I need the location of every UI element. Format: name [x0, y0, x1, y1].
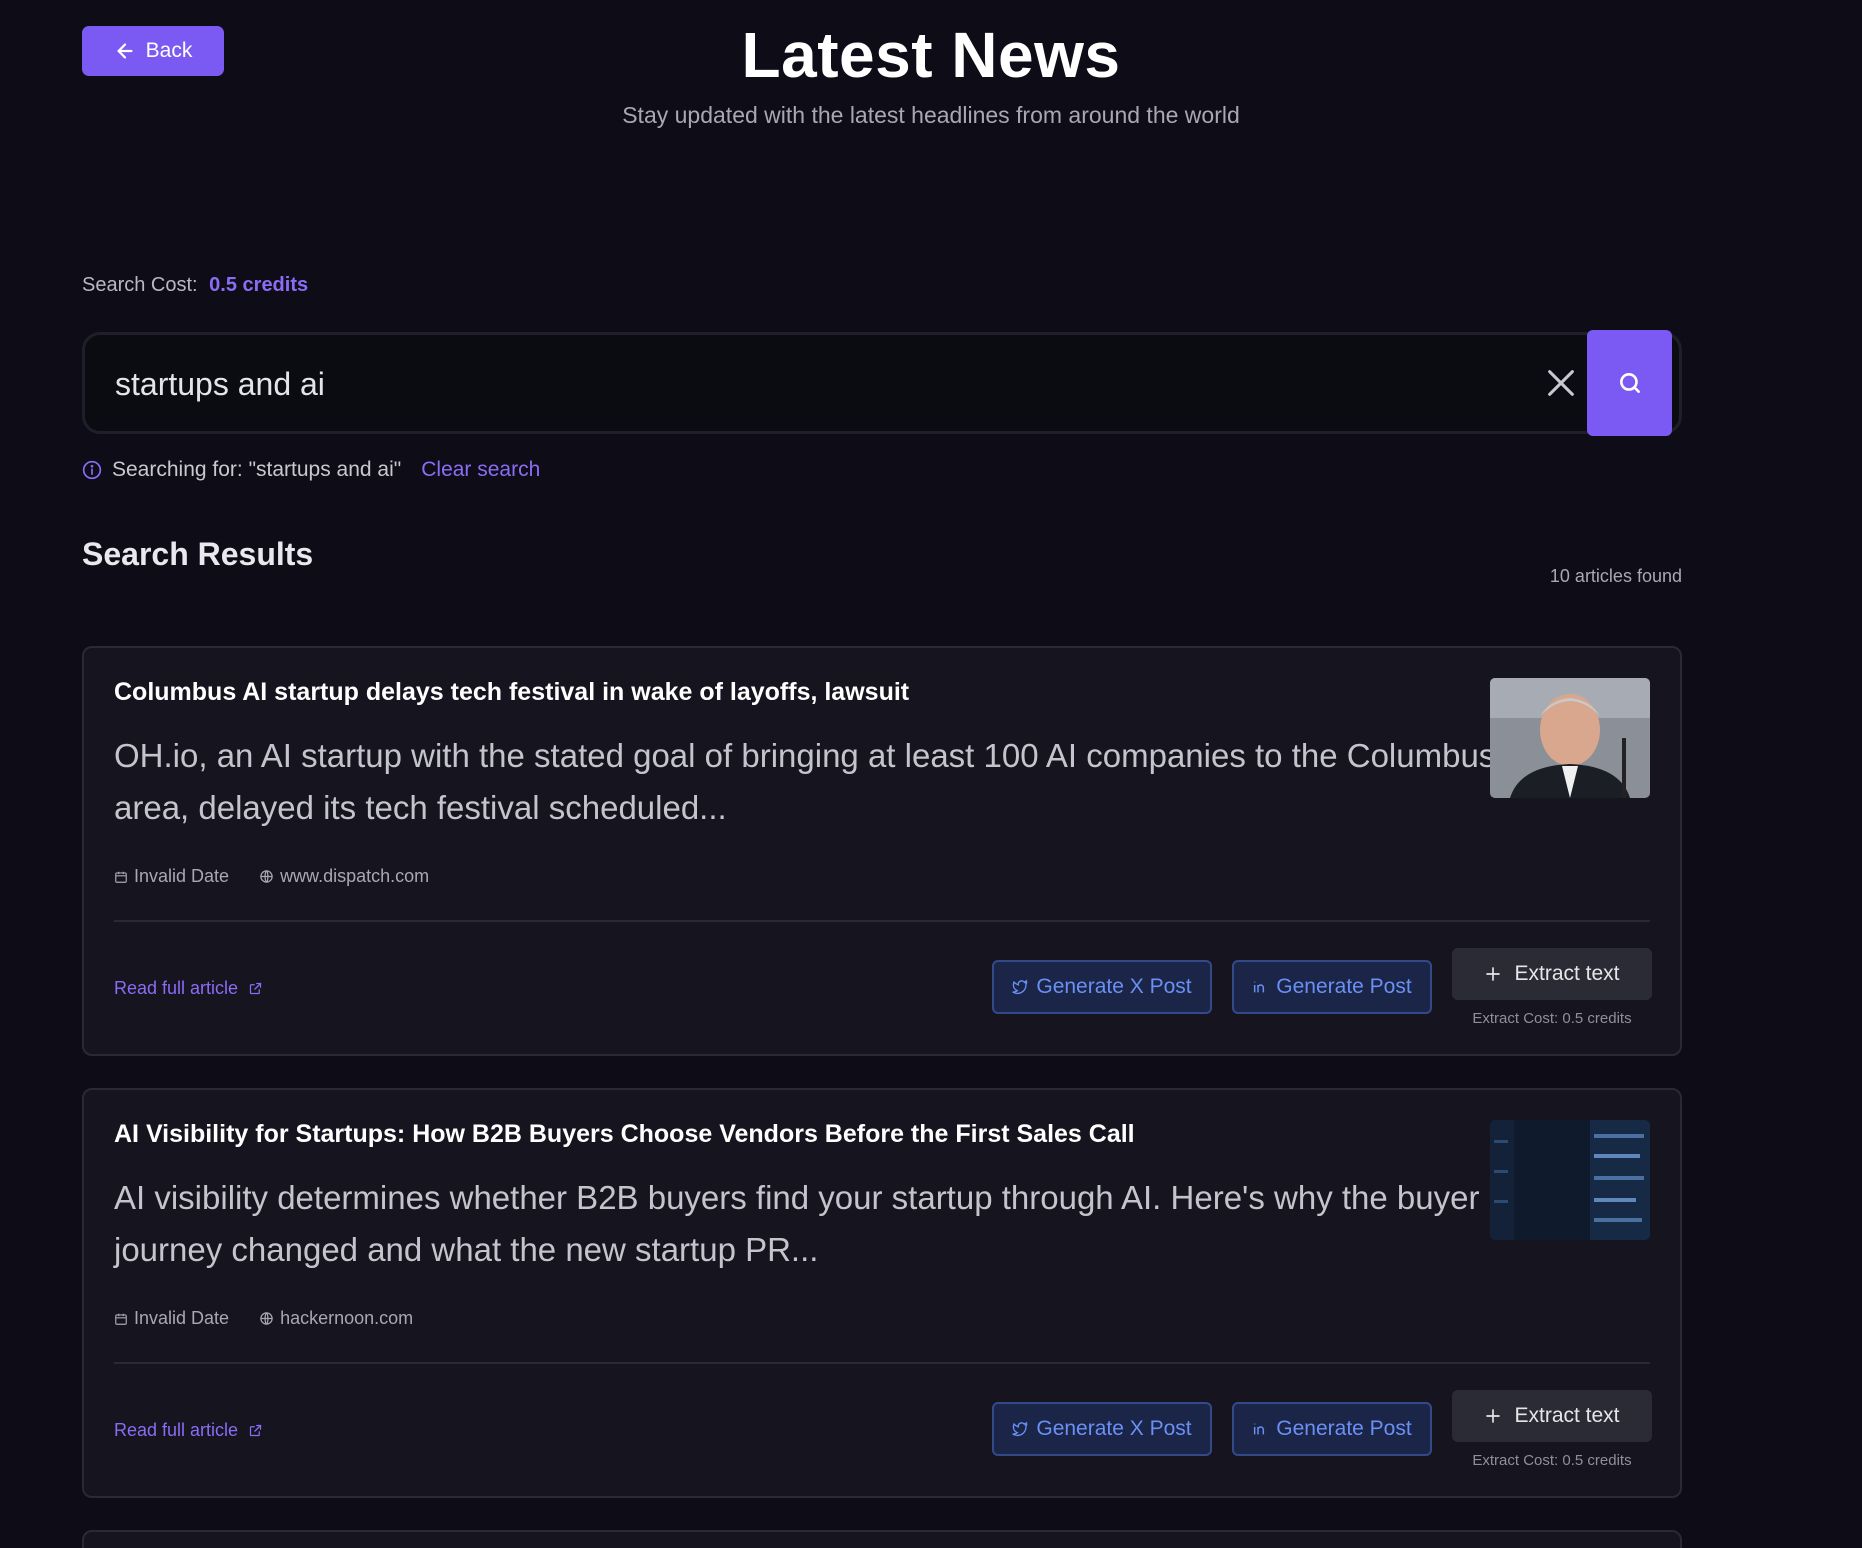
extract-text-button[interactable]: Extract text	[1452, 1390, 1652, 1442]
page-subtitle: Stay updated with the latest headlines f…	[622, 102, 1240, 128]
page-title: Latest News	[741, 19, 1121, 91]
article-meta: Invalid Date www.dispatch.com	[114, 866, 429, 887]
plus-icon	[1486, 967, 1501, 981]
article-title: Columbus AI startup delays tech festival…	[114, 678, 910, 706]
article-description: AI visibility determines whether B2B buy…	[114, 1179, 1480, 1268]
linkedin-icon	[1254, 981, 1265, 993]
calendar-icon	[115, 1313, 127, 1325]
read-full-article-link[interactable]: Read full article	[114, 1420, 263, 1441]
clear-input-button[interactable]	[1541, 363, 1581, 403]
search-cost-label: Search Cost:	[82, 274, 198, 296]
searching-for-text: Searching for: "startups and ai"	[112, 458, 402, 481]
generate-x-post-label: Generate X Post	[1036, 1417, 1192, 1440]
extract-text-label: Extract text	[1514, 1404, 1620, 1427]
extract-cost: Extract Cost: 0.5 credits	[1472, 1452, 1632, 1469]
globe-icon	[260, 870, 273, 883]
external-link-icon	[249, 1424, 262, 1437]
article-source: www.dispatch.com	[259, 866, 429, 887]
generate-x-post-label: Generate X Post	[1036, 975, 1192, 998]
search-cost: Search Cost: 0.5 credits	[82, 274, 308, 297]
news-page: Back Latest News Stay updated with the l…	[0, 0, 1862, 1548]
search-button[interactable]	[1587, 330, 1672, 436]
article-date-text: Invalid Date	[134, 866, 230, 886]
generate-linkedin-post-button[interactable]: Generate Post	[1232, 1402, 1432, 1456]
generate-linkedin-post-button[interactable]: Generate Post	[1232, 960, 1432, 1014]
linkedin-icon	[1254, 1423, 1265, 1435]
read-full-article-label: Read full article	[114, 978, 239, 998]
info-icon	[82, 460, 102, 480]
twitter-bird-icon	[1012, 979, 1028, 995]
article-thumbnail[interactable]	[1490, 678, 1650, 798]
clear-search-link[interactable]: Clear search	[421, 458, 540, 482]
extract-text-label: Extract text	[1514, 962, 1620, 985]
globe-icon	[260, 1312, 273, 1325]
article-source: hackernoon.com	[259, 1308, 413, 1329]
external-link-icon	[249, 982, 262, 995]
article-source-text: hackernoon.com	[280, 1308, 414, 1328]
article-date: Invalid Date	[114, 1308, 229, 1329]
search-cost-value: 0.5 credits	[209, 274, 309, 296]
extract-cost: Extract Cost: 0.5 credits	[1472, 1010, 1632, 1027]
article-description: OH.io, an AI startup with the stated goa…	[114, 737, 1496, 826]
article-source-text: www.dispatch.com	[280, 866, 430, 886]
extract-text-button[interactable]: Extract text	[1452, 948, 1652, 1000]
generate-post-label: Generate Post	[1276, 1417, 1412, 1440]
results-title: Search Results	[82, 536, 314, 572]
read-full-article-link[interactable]: Read full article	[114, 978, 263, 999]
read-full-article-label: Read full article	[114, 1420, 239, 1440]
generate-x-post-button[interactable]: Generate X Post	[992, 960, 1212, 1014]
search-box	[82, 332, 1682, 434]
article-meta: Invalid Date hackernoon.com	[114, 1308, 413, 1329]
twitter-bird-icon	[1012, 1421, 1028, 1437]
generate-post-label: Generate Post	[1276, 975, 1412, 998]
article-date: Invalid Date	[114, 866, 229, 887]
article-card: AI Visibility for Startups: How B2B Buye…	[82, 1088, 1682, 1498]
article-thumbnail[interactable]	[1490, 1120, 1650, 1240]
generate-x-post-button[interactable]: Generate X Post	[992, 1402, 1212, 1456]
search-input[interactable]	[115, 359, 1515, 409]
results-count: 10 articles found	[1549, 566, 1682, 586]
card-divider	[114, 1362, 1650, 1364]
article-title: AI Visibility for Startups: How B2B Buye…	[114, 1120, 1135, 1148]
card-divider	[114, 920, 1650, 922]
calendar-icon	[115, 871, 127, 883]
article-date-text: Invalid Date	[134, 1308, 230, 1328]
plus-icon	[1486, 1409, 1501, 1423]
article-card: Columbus AI startup delays tech festival…	[82, 646, 1682, 1056]
searching-for-row: Searching for: "startups and ai" Clear s…	[82, 458, 540, 482]
search-icon	[1619, 373, 1640, 393]
close-icon	[1548, 370, 1574, 396]
article-card	[82, 1530, 1682, 1548]
